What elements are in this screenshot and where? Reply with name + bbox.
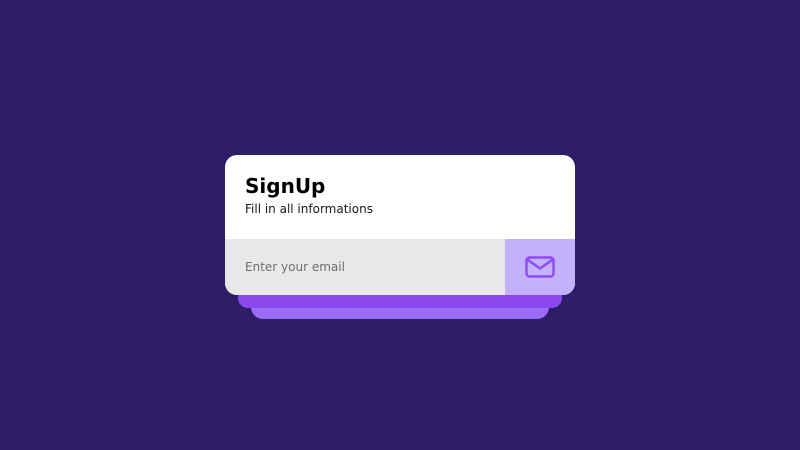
signup-title: SignUp [245,174,326,198]
email-input[interactable] [225,239,505,295]
page: SignUp Fill in all informations [0,0,800,450]
email-form-row [225,239,575,295]
submit-email-button[interactable] [505,239,575,295]
mail-icon [525,256,555,278]
signup-card: SignUp Fill in all informations [225,155,575,295]
signup-subtitle: Fill in all informations [245,202,373,216]
